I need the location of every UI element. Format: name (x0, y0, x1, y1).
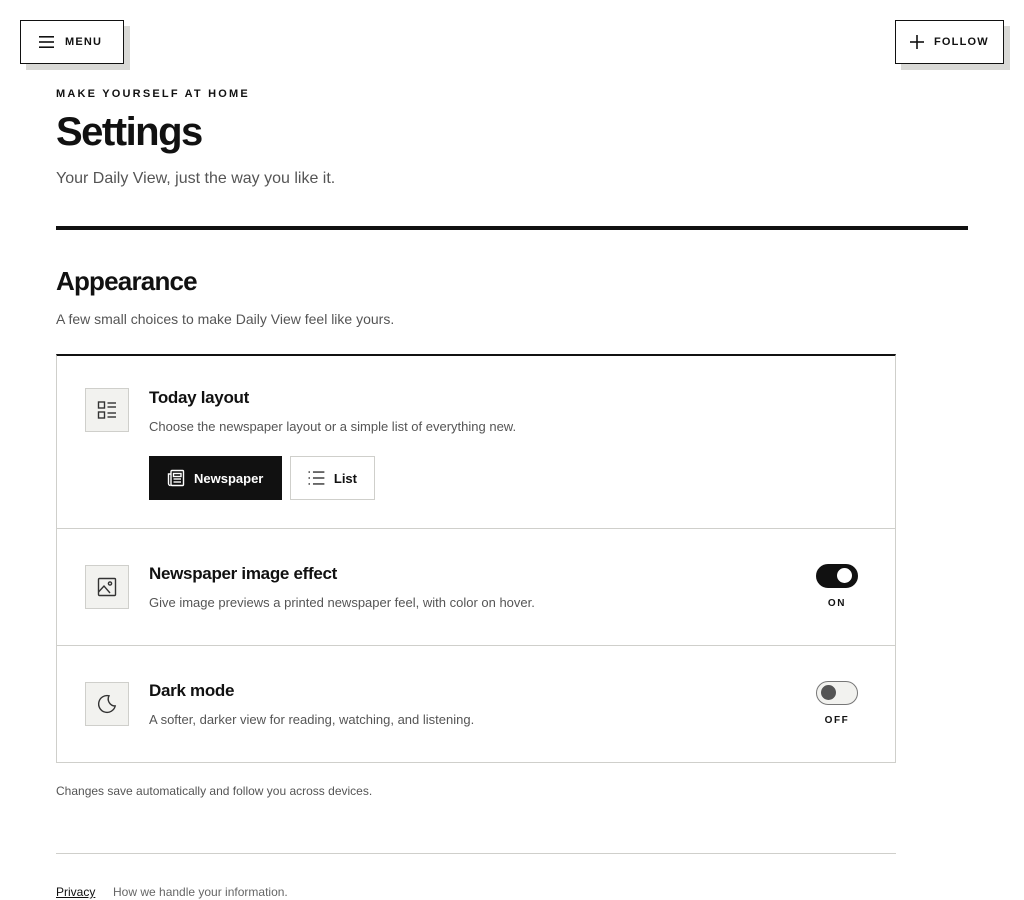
follow-label: FOLLOW (934, 36, 989, 48)
today-layout-row: Today layout Choose the newspaper layout… (57, 356, 895, 529)
dark-mode-title: Dark mode (149, 681, 235, 700)
header-divider (56, 226, 968, 230)
section-title: Appearance (56, 266, 198, 296)
moon-icon (85, 682, 129, 726)
page-title: Settings (56, 110, 203, 154)
toggle-knob (821, 685, 836, 700)
image-effect-toggle[interactable] (816, 564, 858, 588)
newspaper-icon (167, 469, 185, 487)
privacy-link[interactable]: Privacy (56, 885, 95, 899)
image-effect-title: Newspaper image effect (149, 564, 338, 583)
section-description: A few small choices to make Daily View f… (56, 311, 395, 327)
hamburger-icon (39, 36, 54, 48)
layout-option-label: Newspaper (194, 470, 264, 486)
image-icon (85, 565, 129, 609)
layout-option-list[interactable]: List (290, 456, 375, 500)
menu-button[interactable]: MENU (20, 20, 124, 64)
footer-divider (56, 853, 896, 854)
image-effect-row: Newspaper image effect Give image previe… (57, 529, 895, 646)
plus-icon (910, 35, 924, 49)
follow-button[interactable]: FOLLOW (895, 20, 1004, 64)
autosave-note: Changes save automatically and follow yo… (56, 784, 373, 798)
dark-mode-toggle[interactable] (816, 681, 858, 705)
toggle-knob (837, 568, 852, 583)
page-eyebrow: MAKE YOURSELF AT HOME (56, 88, 250, 100)
list-icon (308, 471, 325, 485)
dark-mode-state: OFF (824, 715, 850, 726)
layout-option-label: List (333, 470, 357, 486)
layout-icon (85, 388, 129, 432)
today-layout-title: Today layout (149, 388, 249, 407)
menu-label: MENU (65, 36, 103, 48)
privacy-note: How we handle your information. (113, 885, 288, 899)
image-effect-description: Give image previews a printed newspaper … (149, 595, 535, 610)
layout-option-newspaper[interactable]: Newspaper (149, 456, 282, 500)
page-subtitle: Your Daily View, just the way you like i… (56, 170, 336, 187)
image-effect-state: ON (827, 598, 847, 609)
today-layout-description: Choose the newspaper layout or a simple … (149, 419, 517, 434)
dark-mode-description: A softer, darker view for reading, watch… (149, 712, 475, 727)
appearance-card: Today layout Choose the newspaper layout… (56, 354, 896, 763)
dark-mode-row: Dark mode A softer, darker view for read… (57, 646, 895, 763)
